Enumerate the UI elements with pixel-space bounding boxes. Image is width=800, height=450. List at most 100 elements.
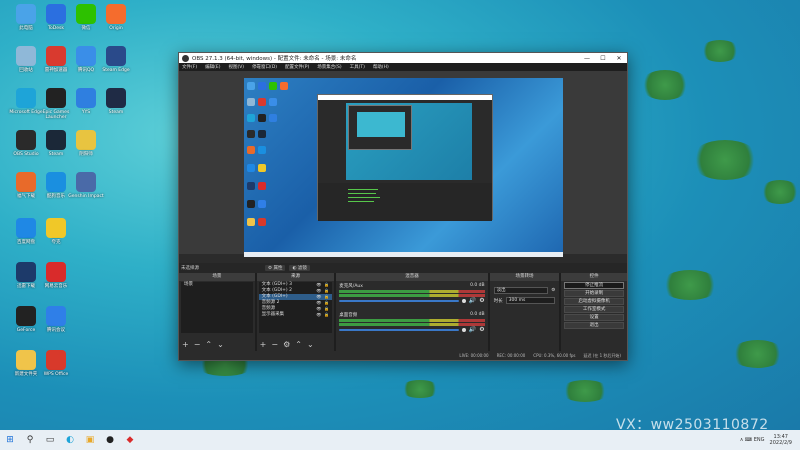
- desktop-icon-label: Steam Edge: [102, 68, 130, 73]
- menu-file[interactable]: 文件(F): [182, 64, 197, 70]
- preview-canvas: [244, 78, 563, 257]
- source-item[interactable]: 显示器采集 👁 🔒: [259, 312, 333, 318]
- add-source-icon[interactable]: +: [260, 341, 267, 349]
- menu-view[interactable]: 视图(V): [228, 64, 244, 70]
- app-icon: [16, 306, 36, 326]
- maximize-button[interactable]: ☐: [595, 55, 611, 62]
- search-icon[interactable]: ⚲: [22, 432, 38, 448]
- desktop-icon[interactable]: 阴阳师: [66, 130, 106, 157]
- speaker-icon[interactable]: 🔊: [469, 297, 476, 304]
- channel-gear-icon[interactable]: ⚙: [479, 326, 484, 333]
- exit-button[interactable]: 退出: [564, 322, 624, 329]
- desktop-icon[interactable]: 网易云音乐: [36, 262, 76, 289]
- start-recording-button[interactable]: 开始录制: [564, 290, 624, 297]
- menu-profile[interactable]: 配置文件(P): [285, 64, 309, 70]
- clock-date: 2022/2/9: [769, 440, 792, 446]
- source-settings-icon[interactable]: ⚙: [283, 341, 290, 349]
- app-icon: [16, 88, 36, 108]
- source-toolbar: 未选择源 ⚙ 属性 ◐ 滤镜: [179, 263, 627, 273]
- app-icon: [46, 88, 66, 108]
- speaker-icon[interactable]: 🔊: [469, 326, 476, 333]
- obs-window[interactable]: OBS 27.1.3 (64-bit, windows) - 配置文件: 未命名…: [178, 52, 628, 361]
- visibility-icon[interactable]: 👁: [316, 312, 321, 318]
- app-icon: [106, 88, 126, 108]
- menu-tools[interactable]: 工具(T): [350, 64, 365, 70]
- desktop-icon-label: WPS Office: [43, 372, 69, 377]
- tray-icons[interactable]: ∧ ⌨ ENG: [740, 437, 765, 443]
- menu-scene-collection[interactable]: 场景集合(S): [317, 64, 341, 70]
- desktop-icon[interactable]: Steam Edge: [96, 46, 136, 73]
- rec-timer: REC: 00:00:00: [496, 353, 526, 358]
- menu-docks[interactable]: 停靠窗口(D): [252, 64, 277, 70]
- desktop-icon-label: Steam: [108, 110, 124, 115]
- transitions-header: 场景转场: [489, 273, 560, 281]
- settings-button[interactable]: 设置: [564, 314, 624, 321]
- add-scene-icon[interactable]: +: [182, 341, 189, 349]
- desktop-icon[interactable]: 夸克: [36, 218, 76, 245]
- scenes-panel: 场景 场景 + − ⌃ ⌄: [179, 273, 255, 351]
- netease-music-icon[interactable]: ◆: [122, 432, 138, 448]
- clock[interactable]: 13:47 2022/2/9: [770, 434, 792, 446]
- app-icon: [46, 46, 66, 66]
- app-icon: [16, 218, 36, 238]
- close-button[interactable]: ✕: [611, 55, 627, 62]
- live-timer: LIVE: 00:00:00: [459, 353, 489, 358]
- remove-scene-icon[interactable]: −: [194, 341, 201, 349]
- menu-edit[interactable]: 编辑(E): [205, 64, 220, 70]
- controls-panel: 控件 停止推流 开始录制 启动虚拟摄像机 工作室模式 设置 退出: [561, 273, 627, 351]
- app-icon: [16, 46, 36, 66]
- app-icon: [76, 46, 96, 66]
- channel-name: 桌面音频: [339, 313, 358, 318]
- transition-select[interactable]: 淡出: [493, 287, 549, 294]
- menu-help[interactable]: 帮助(H): [373, 64, 389, 70]
- mixer-channel: 麦克风/Aux 0.0 dB 🔊 ⚙: [336, 281, 487, 304]
- sources-list[interactable]: 文本 (GDI+) 3 👁 🔒 文本 (GDI+) 2 👁 🔒 文本 (GDI+) 👁 🔒 音频源…: [258, 282, 333, 333]
- app-icon: [106, 4, 126, 24]
- no-source-label: 未选择源: [181, 266, 199, 271]
- scene-item[interactable]: 场景: [181, 282, 253, 288]
- desktop-icon[interactable]: 腾讯会议: [36, 306, 76, 333]
- desktop-icon[interactable]: Steam: [96, 88, 136, 115]
- status-bar: LIVE: 00:00:00 REC: 00:00:00 CPU: 0.3%, …: [179, 351, 627, 360]
- channel-gear-icon[interactable]: ⚙: [479, 297, 484, 304]
- app-icon: [16, 350, 36, 370]
- source-down-icon[interactable]: ⌄: [307, 341, 314, 349]
- remove-source-icon[interactable]: −: [271, 341, 278, 349]
- transition-gear-icon[interactable]: ⚙: [551, 288, 555, 293]
- move-up-icon[interactable]: ⌃: [205, 341, 212, 349]
- desktop-icon[interactable]: WPS Office: [36, 350, 76, 377]
- virtual-camera-button[interactable]: 启动虚拟摄像机: [564, 298, 624, 305]
- move-down-icon[interactable]: ⌄: [217, 341, 224, 349]
- volume-slider[interactable]: [339, 299, 459, 302]
- stop-streaming-button[interactable]: 停止推流: [564, 282, 624, 289]
- filters-button[interactable]: ◐ 滤镜: [289, 265, 310, 271]
- task-view-icon[interactable]: ▭: [42, 432, 58, 448]
- file-explorer-icon[interactable]: ▣: [82, 432, 98, 448]
- app-icon: [46, 172, 66, 192]
- edge-icon[interactable]: ◐: [62, 432, 78, 448]
- menu-bar: 文件(F) 编辑(E) 视图(V) 停靠窗口(D) 配置文件(P) 场景集合(S…: [179, 63, 627, 71]
- duration-input[interactable]: 300 ms: [505, 297, 556, 304]
- lock-icon[interactable]: 🔒: [324, 312, 329, 318]
- volume-knob[interactable]: [461, 327, 466, 332]
- obs-titlebar[interactable]: OBS 27.1.3 (64-bit, windows) - 配置文件: 未命名…: [179, 53, 627, 63]
- delay-status: 延迟 (在 1 秒后开始): [583, 352, 621, 358]
- properties-button[interactable]: ⚙ 属性: [265, 265, 286, 271]
- source-up-icon[interactable]: ⌃: [295, 341, 302, 349]
- volume-knob[interactable]: [461, 298, 466, 303]
- minimize-button[interactable]: —: [579, 55, 595, 62]
- start-icon[interactable]: ⊞: [2, 432, 18, 448]
- obs-taskbar-icon[interactable]: ●: [102, 432, 118, 448]
- scenes-list[interactable]: 场景: [181, 282, 253, 333]
- app-icon: [106, 46, 126, 66]
- desktop-icon[interactable]: Origin: [96, 4, 136, 31]
- app-icon: [46, 262, 66, 282]
- volume-slider[interactable]: [339, 328, 459, 331]
- desktop-icon-label: 腾讯会议: [47, 328, 65, 333]
- desktop-icon[interactable]: Genshin Impact: [66, 172, 106, 199]
- channel-db: 0.0 dB: [470, 283, 485, 288]
- preview-area[interactable]: [179, 71, 627, 257]
- desktop-icon-label: Genshin Impact: [68, 194, 104, 199]
- studio-mode-button[interactable]: 工作室模式: [564, 306, 624, 313]
- level-meter: [339, 323, 485, 326]
